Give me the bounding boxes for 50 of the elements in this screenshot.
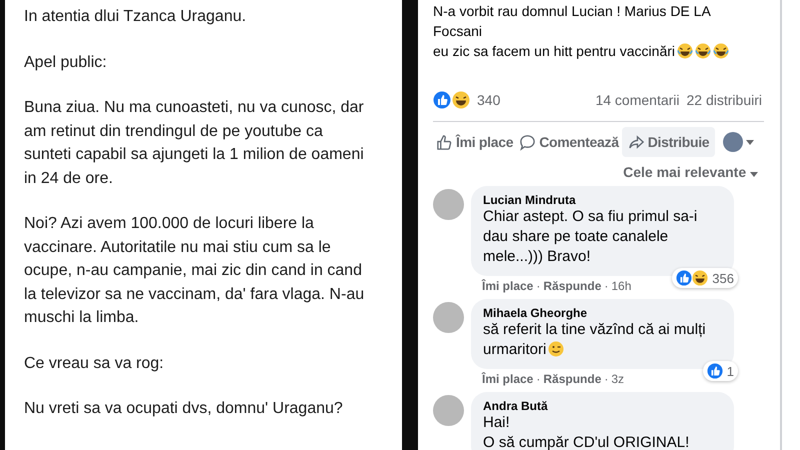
reaction-badge[interactable]: 356 [672, 268, 738, 288]
reply-link[interactable]: Răspunde [543, 372, 602, 386]
like-reaction-icon [433, 91, 451, 109]
laughing-emoji-icon [713, 43, 730, 59]
letter-paragraph: Ce vreau sa va rog: [24, 354, 165, 374]
laughing-reaction-icon [452, 91, 470, 109]
laughing-emoji-icon [695, 43, 712, 59]
separator: · [604, 372, 608, 386]
like-link[interactable]: Îmi place [482, 279, 534, 293]
laughing-emoji-icon [677, 43, 694, 59]
avatar[interactable] [433, 302, 464, 333]
like-button[interactable]: Îmi place [433, 127, 516, 157]
sort-dropdown[interactable]: Cele mai relevante [433, 164, 758, 180]
like-reaction-icon [706, 363, 723, 379]
separator: · [536, 279, 540, 293]
comment-text: să referit la tine văzînd că ai mulți urmaritori [483, 320, 707, 360]
comment-time[interactable]: 3z [611, 372, 624, 386]
comments-count[interactable]: 14 comentarii [595, 92, 680, 108]
avatar[interactable] [433, 395, 464, 426]
speech-bubble-icon [519, 134, 536, 150]
like-link[interactable]: Îmi place [482, 372, 534, 386]
letter-paragraph: In atentia dlui Tzanca Uraganu. [24, 7, 248, 27]
thumbs-up-icon [436, 134, 453, 150]
comment-author[interactable]: Mihaela Gheorghe [483, 306, 722, 320]
letter-paragraph: Noi? Azi avem 100.000 de locuri libere la vaccinare. Autoritatile nu mai stiu cum sa le ocupe, n-au campanie, mai zic din cand in cand la televizor sa ne vaccinam, da' fara vlaga. N-au muschi la limba. [24, 214, 366, 328]
laughing-reaction-icon [692, 270, 708, 286]
avatar[interactable] [433, 189, 464, 220]
comment-time[interactable]: 16h [611, 279, 632, 293]
letter-paragraph: Apel public: [24, 52, 108, 72]
shares-count[interactable]: 22 distribuiri [686, 92, 762, 108]
comment-button[interactable]: Comentează [516, 127, 622, 157]
share-button[interactable]: Distribuie [622, 127, 716, 157]
reaction-count[interactable]: 340 [477, 92, 500, 108]
winking-emoji-icon [548, 341, 564, 357]
audience-selector[interactable] [723, 132, 754, 152]
like-reaction-icon [676, 270, 692, 286]
share-arrow-icon [628, 134, 645, 150]
letter-paragraph: Buna ziua. Nu ma cunoasteti, nu va cunosc, dar am retinut din trendingul de pe youtube ca sunteti capabil sa ajungeti la 1 milion de oameni in 24 de ore. [24, 98, 365, 188]
comment-author[interactable]: Lucian Mindruta [483, 193, 722, 207]
reaction-count: 356 [712, 270, 734, 286]
separator: · [536, 372, 540, 386]
reaction-count: 1 [726, 364, 734, 378]
post-text: eu zic sa facem un hitt pentru vaccinări [433, 41, 753, 61]
reply-link[interactable]: Răspunde [543, 279, 602, 293]
comment-text: Hai! O să cumpăr CD'ul ORIGINAL! [483, 413, 690, 450]
comment-author[interactable]: Andra Bută [483, 399, 722, 413]
comment-text: Chiar astept. O sa fiu primul sa-i dau share pe toate canalele mele...))) Bravo! [483, 207, 698, 267]
separator: · [604, 279, 608, 293]
reaction-badge[interactable]: 1 [702, 361, 738, 381]
letter-paragraph: Nu vreti sa va ocupati dvs, domnu' Uraganu? [24, 399, 344, 419]
